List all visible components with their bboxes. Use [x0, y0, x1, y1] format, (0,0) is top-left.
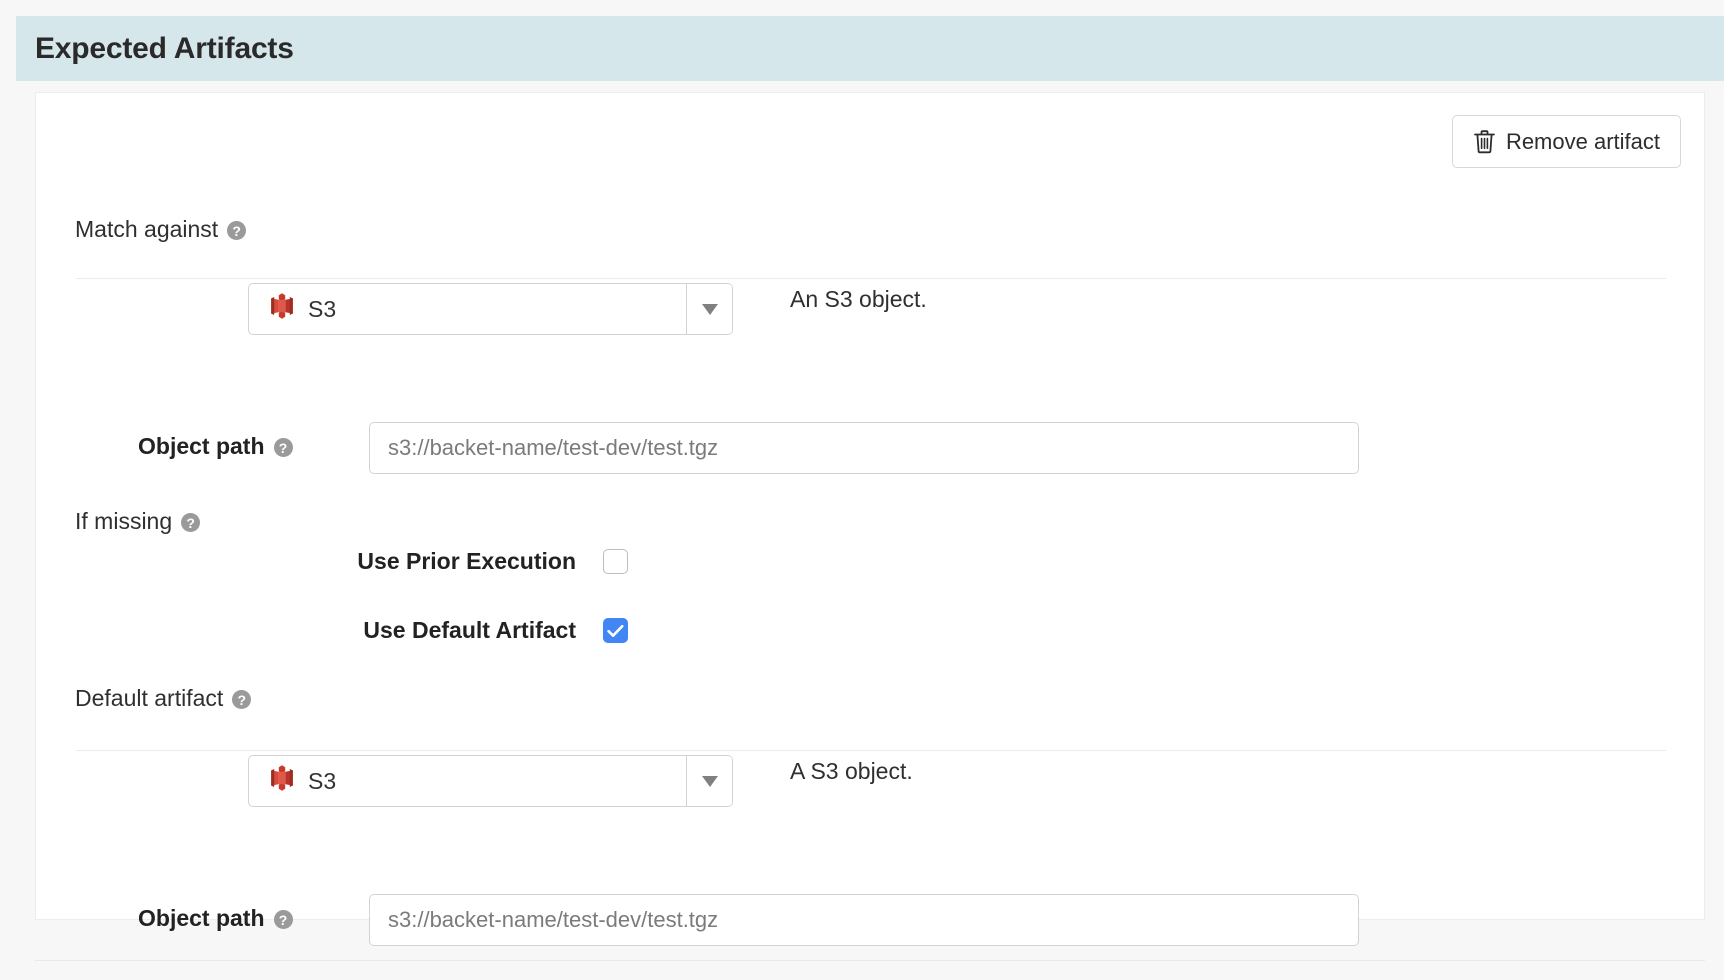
object-path-primary-label: Object path ? — [138, 433, 293, 460]
divider-top — [76, 278, 1666, 279]
use-default-artifact-label: Use Default Artifact — [363, 617, 576, 643]
aws-s3-icon — [269, 292, 295, 326]
page-section-divider — [35, 960, 1705, 961]
help-circle-icon[interactable]: ? — [273, 438, 293, 457]
if-missing-field-label: If missing ? — [75, 508, 201, 535]
default-artifact-selected-value: S3 — [308, 767, 337, 794]
default-artifact-label-text: Default artifact — [75, 685, 224, 711]
expected-artifacts-page: Expected Artifacts Remove artifact Match… — [0, 0, 1724, 980]
caret-down-icon — [701, 775, 718, 787]
caret-down-icon — [701, 303, 718, 315]
help-circle-icon[interactable]: ? — [181, 513, 201, 532]
match-against-label-text: Match against — [75, 216, 219, 242]
remove-artifact-button[interactable]: Remove artifact — [1451, 115, 1681, 168]
trash-icon — [1473, 129, 1496, 154]
aws-s3-icon — [269, 764, 295, 798]
section-header: Expected Artifacts — [16, 16, 1724, 81]
match-against-field-label: Match against ? — [75, 216, 247, 243]
use-prior-execution-row: Use Prior Execution — [316, 548, 628, 575]
default-artifact-description: A S3 object. — [790, 758, 913, 784]
match-against-selected-value: S3 — [308, 295, 337, 322]
expected-artifact-card: Remove artifact Match against ? S3 An S3… — [35, 92, 1705, 946]
use-prior-execution-label: Use Prior Execution — [357, 548, 576, 574]
object-path-primary-input[interactable] — [369, 422, 1359, 474]
match-against-select-value[interactable]: S3 — [249, 284, 686, 334]
help-circle-icon[interactable]: ? — [232, 690, 252, 709]
object-path-default-label-text: Object path — [138, 905, 265, 931]
help-circle-icon[interactable]: ? — [273, 910, 293, 929]
page-title: Expected Artifacts — [35, 31, 294, 65]
use-prior-execution-checkbox[interactable] — [603, 549, 628, 574]
use-default-artifact-row: Use Default Artifact — [316, 617, 628, 644]
help-circle-icon[interactable]: ? — [227, 221, 247, 240]
default-artifact-field-label: Default artifact ? — [75, 685, 252, 712]
object-path-default-input[interactable] — [369, 894, 1359, 946]
default-artifact-dropdown-toggle[interactable] — [686, 756, 732, 806]
default-artifact-select[interactable]: S3 — [248, 755, 733, 807]
default-artifact-select-value[interactable]: S3 — [249, 756, 686, 806]
match-against-description: An S3 object. — [790, 286, 927, 312]
match-against-select[interactable]: S3 — [248, 283, 733, 335]
remove-artifact-label: Remove artifact — [1505, 128, 1660, 154]
if-missing-label-text: If missing — [75, 508, 173, 534]
object-path-default-label: Object path ? — [138, 905, 293, 932]
use-default-artifact-checkbox[interactable] — [603, 618, 628, 643]
divider-bottom — [76, 750, 1666, 751]
match-against-dropdown-toggle[interactable] — [686, 284, 732, 334]
object-path-primary-label-text: Object path — [138, 433, 265, 459]
